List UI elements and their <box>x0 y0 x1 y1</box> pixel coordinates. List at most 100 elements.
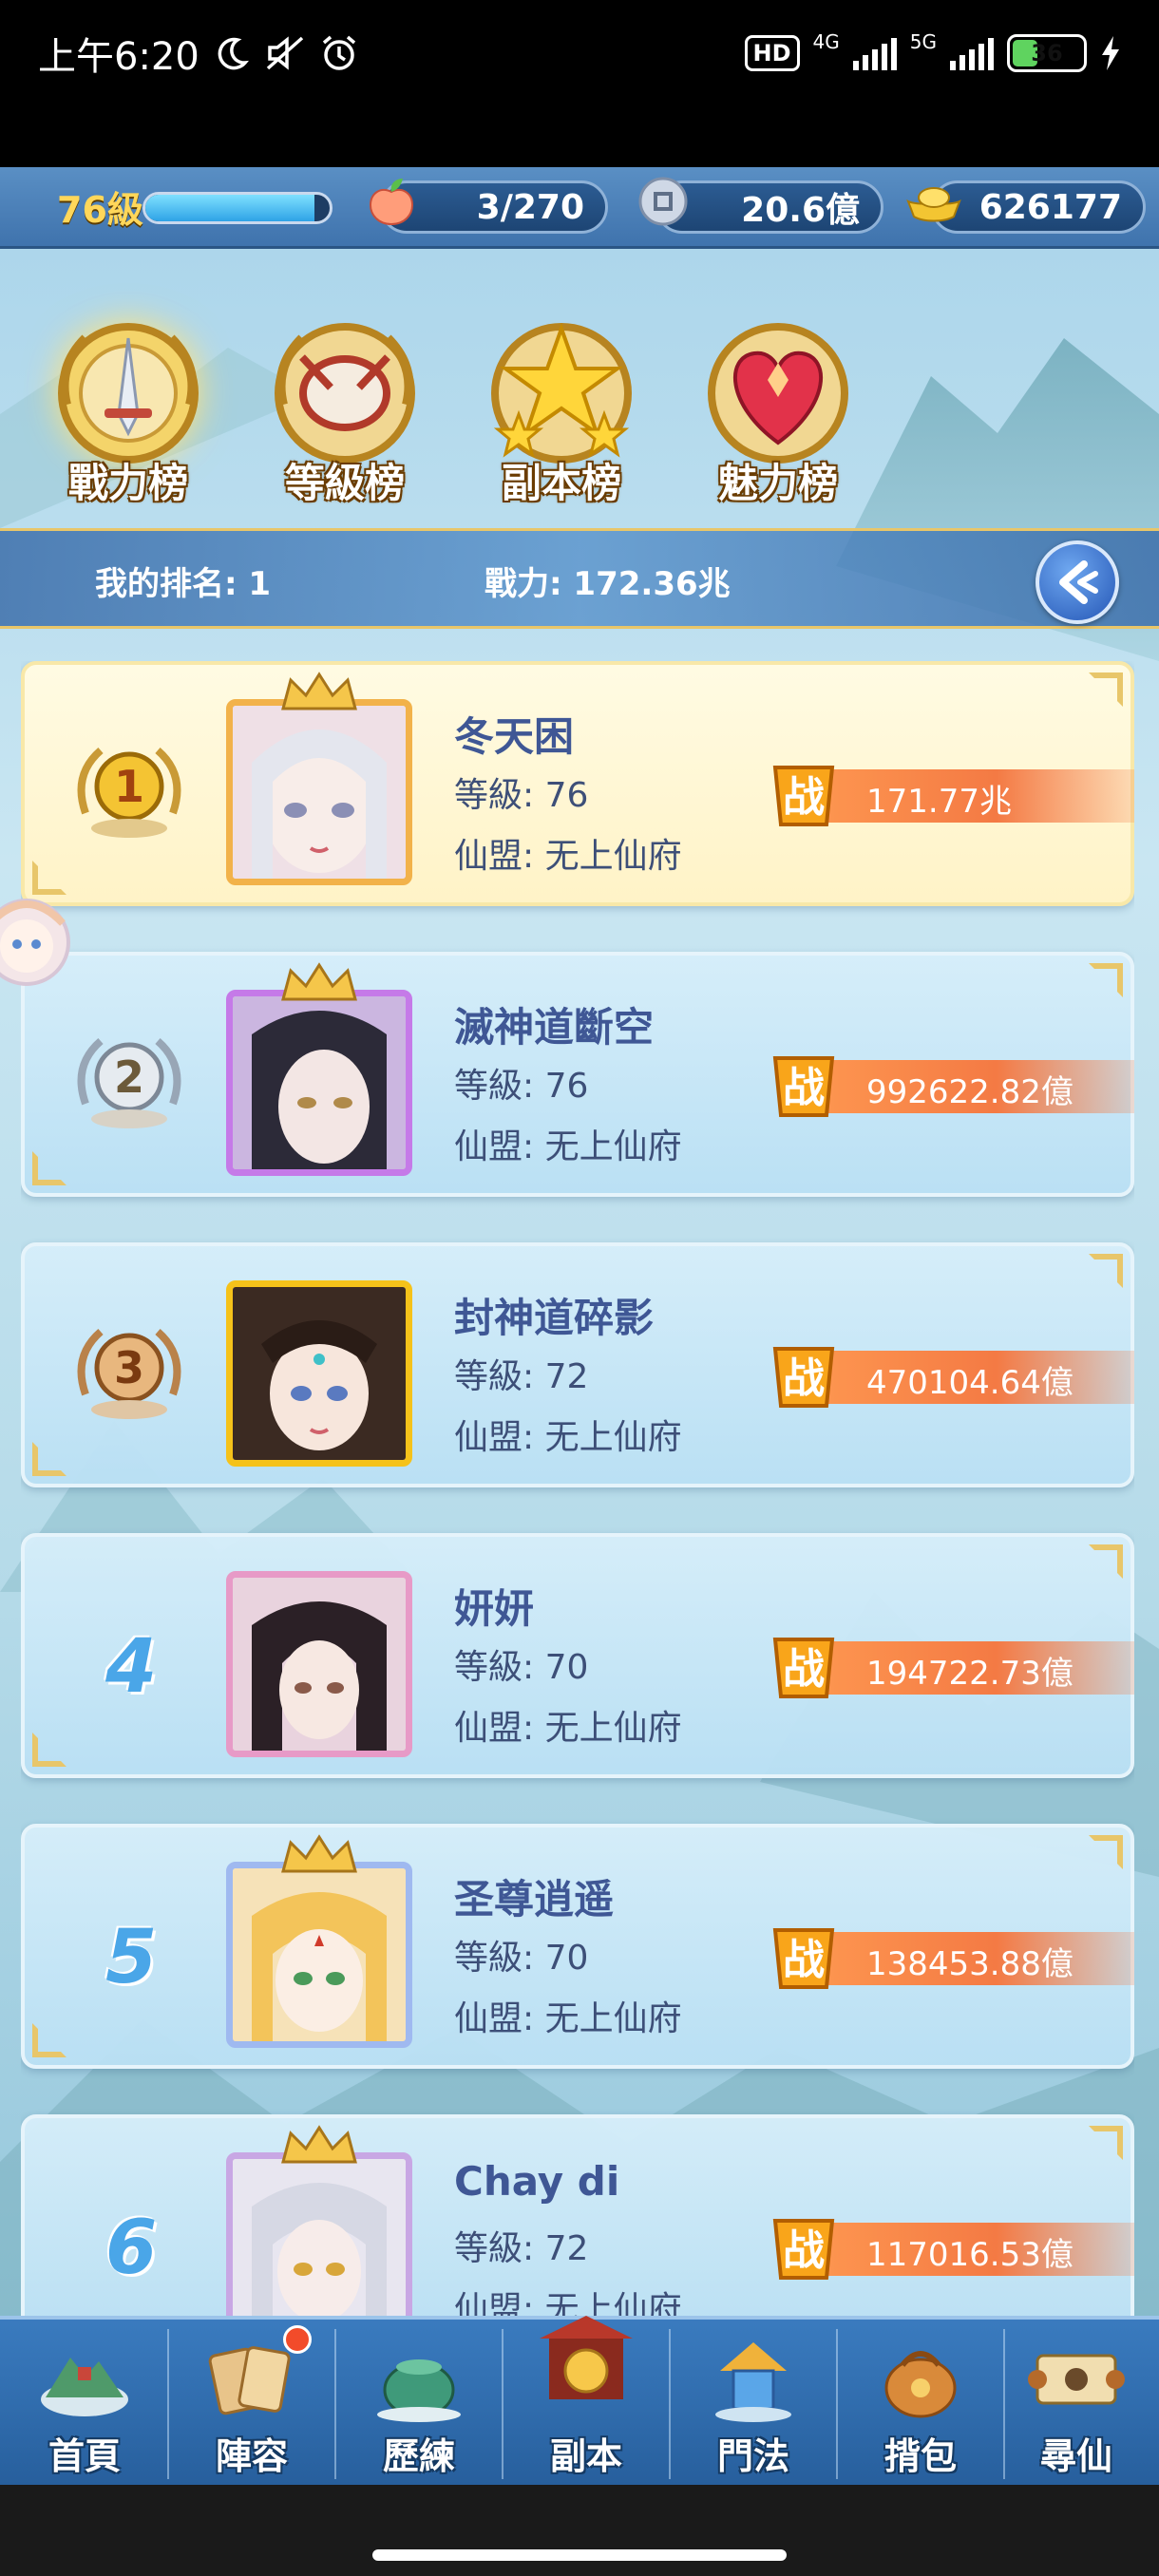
player-level-text: 等級: 72 <box>454 1357 589 1396</box>
sect-tower-icon <box>715 2342 791 2422</box>
clock-time: 上午6:20 <box>38 35 200 79</box>
player-level-text: 等級: 76 <box>454 776 589 815</box>
avatar-portrait <box>233 1287 406 1460</box>
tab-power-ranking[interactable]: 戰力榜 <box>28 310 228 509</box>
game-screen: 76級 3/270 20.6億 626177 戰力榜 等級榜 副本榜 魅力榜 我… <box>0 167 1159 2485</box>
status-bar: 上午6:20 HD 4G 5G 36 <box>0 0 1159 167</box>
player-guild-text: 仙盟: 无上仙府 <box>454 1418 682 1457</box>
ranking-row[interactable]: 1 冬天困 等級: 76 仙盟: 无上仙府 171.77兆 战 <box>21 661 1134 906</box>
player-name: 封神道碎影 <box>454 1295 655 1341</box>
power-char: 战 <box>783 1064 825 1112</box>
tab-level-ranking[interactable]: 等級榜 <box>245 310 445 509</box>
player-name: 圣尊逍遥 <box>454 1876 615 1923</box>
corner-ornament <box>1089 963 1123 997</box>
power-value: 470104.64億 <box>866 1364 1074 1402</box>
player-guild-text: 仙盟: 无上仙府 <box>454 837 682 876</box>
avatar[interactable] <box>226 1280 412 1467</box>
corner-ornament <box>1089 1544 1123 1579</box>
signal-strength-icon-2 <box>950 36 994 70</box>
ranking-row[interactable]: 3 封神道碎影 等級: 72 仙盟: 无上仙府 470104.64億 战 <box>21 1242 1134 1487</box>
crown-ornament <box>281 962 357 1001</box>
home-island-icon <box>41 2358 128 2416</box>
nav-seek-immortal[interactable]: 尋仙 <box>994 2320 1159 2485</box>
player-name: 冬天困 <box>454 713 575 760</box>
nav-label: 門法 <box>716 2435 789 2477</box>
nav-dungeon[interactable]: 副本 <box>504 2316 669 2485</box>
my-power-text: 戰力: 172.36兆 <box>484 565 731 603</box>
player-guild-text: 仙盟: 无上仙府 <box>454 1127 682 1166</box>
avatar-portrait <box>233 996 406 1169</box>
network-4g-label: 4G <box>812 30 840 53</box>
power-char: 战 <box>783 1645 825 1694</box>
medal-number: 3 <box>114 1342 144 1393</box>
player-level: 76級 <box>57 189 143 231</box>
battery-percent: 36 <box>1031 40 1063 66</box>
tab-label: 戰力榜 <box>67 460 188 506</box>
nav-lineup[interactable]: 陣容 <box>169 2320 334 2485</box>
power-char: 战 <box>783 1936 825 1984</box>
nav-label: 陣容 <box>215 2435 288 2477</box>
nav-training[interactable]: 歷練 <box>336 2320 502 2485</box>
xp-progress-fill <box>145 195 315 221</box>
player-name: 滅神道斷空 <box>454 1004 655 1051</box>
corner-ornament <box>32 1151 66 1185</box>
player-level-text: 等級: 72 <box>454 2229 589 2268</box>
ranking-row[interactable]: 2 滅神道斷空 等級: 76 仙盟: 无上仙府 992622.82億 战 <box>21 952 1134 1197</box>
player-level-text: 等級: 70 <box>454 1939 589 1978</box>
player-name: Chay di <box>454 2158 620 2205</box>
battery-icon: 36 <box>1007 34 1087 72</box>
battle-power-icon: 战 <box>772 1347 835 1408</box>
avatar[interactable] <box>226 990 412 1176</box>
corner-ornament <box>32 1442 66 1476</box>
battle-power-icon: 战 <box>772 1056 835 1117</box>
silver-coin-icon <box>638 177 688 226</box>
tab-label: 等級榜 <box>284 460 405 506</box>
player-guild-text: 仙盟: 无上仙府 <box>454 1999 682 2038</box>
star-emblem-icon <box>491 323 632 464</box>
corner-ornament <box>1089 672 1123 707</box>
charging-bolt-icon <box>1100 34 1121 72</box>
corner-ornament <box>32 2023 66 2057</box>
floating-helper-avatar[interactable] <box>0 885 72 999</box>
back-arrow-icon <box>1059 560 1098 604</box>
drum-emblem-icon <box>275 323 415 464</box>
corner-ornament <box>1089 1835 1123 1869</box>
alarm-icon <box>319 33 359 73</box>
rank-number: 6 <box>105 2206 158 2291</box>
player-name: 妍妍 <box>454 1585 535 1632</box>
heart-emblem-icon <box>708 323 848 464</box>
avatar[interactable] <box>226 1862 412 2048</box>
crown-ornament <box>281 1834 357 1873</box>
battle-power-icon: 战 <box>772 2219 835 2280</box>
hd-voice-badge: HD <box>744 35 800 71</box>
nav-sect[interactable]: 門法 <box>671 2320 836 2485</box>
power-char: 战 <box>783 2226 825 2275</box>
nav-backpack[interactable]: 揹包 <box>838 2320 1003 2485</box>
ranking-list[interactable]: 1 冬天困 等級: 76 仙盟: 无上仙府 171.77兆 战 2 滅神道斷空 … <box>21 661 1134 2485</box>
corner-ornament <box>1089 2126 1123 2160</box>
rank-number: 5 <box>105 1915 158 2000</box>
avatar[interactable] <box>226 2152 412 2339</box>
gold-rank-medal-icon: 1 <box>77 747 181 838</box>
gold-ingot-icon <box>906 187 961 222</box>
resource-bar: 76級 3/270 20.6億 626177 <box>0 167 1159 249</box>
my-rank-text: 我的排名: 1 <box>95 565 272 603</box>
nav-label: 首頁 <box>48 2435 121 2477</box>
tab-charm-ranking[interactable]: 魅力榜 <box>678 310 878 509</box>
ranking-row[interactable]: 4 妍妍 等級: 70 仙盟: 无上仙府 194722.73億 战 <box>21 1533 1134 1778</box>
corner-ornament <box>32 1733 66 1767</box>
back-button[interactable] <box>1036 540 1119 624</box>
nav-label: 副本 <box>549 2435 622 2477</box>
nav-label: 尋仙 <box>1039 2435 1112 2477</box>
status-left: 上午6:20 <box>38 27 359 80</box>
ranking-row[interactable]: 5 圣尊逍遥 等級: 70 仙盟: 无上仙府 138453.88億 战 <box>21 1824 1134 2069</box>
player-level-text: 等級: 76 <box>454 1067 589 1106</box>
tab-label: 魅力榜 <box>717 460 838 506</box>
silver-value: 20.6億 <box>741 191 860 230</box>
avatar[interactable] <box>226 1571 412 1757</box>
power-value: 194722.73億 <box>866 1655 1074 1693</box>
tab-dungeon-ranking[interactable]: 副本榜 <box>462 310 661 509</box>
nav-home[interactable]: 首頁 <box>2 2320 167 2485</box>
home-gesture-bar[interactable] <box>372 2549 787 2561</box>
avatar[interactable] <box>226 699 412 885</box>
